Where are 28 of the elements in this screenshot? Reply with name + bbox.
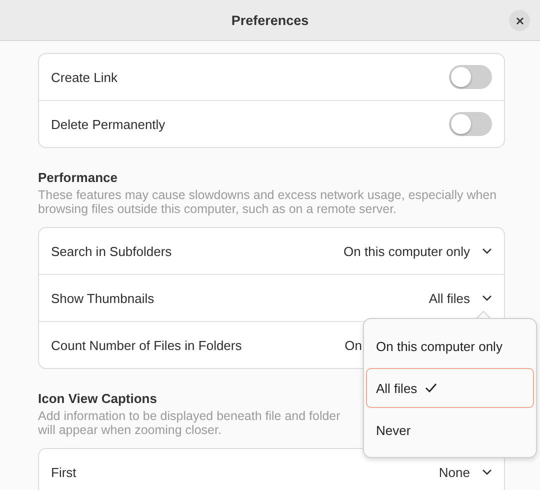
setting-label: Delete Permanently [51,116,166,132]
menu-item[interactable]: All files [366,368,534,408]
toggle-switch[interactable] [449,112,492,136]
close-icon [516,16,524,24]
section-description: will appear when zooming closer. [38,423,222,437]
chevron-down-icon [482,469,492,475]
dropdown[interactable]: On this computer only [340,244,492,258]
section-description: browsing files outside this computer, such as on a remote server. [38,202,397,216]
section-heading: Icon View Captions [38,391,158,406]
section-description: These features may cause slowdowns and excess network usage, especially when [38,188,497,202]
setting-label: First [51,464,76,480]
toggle-switch[interactable] [449,65,492,89]
setting-label: Create Link [51,70,118,84]
checkmark-icon [425,383,438,393]
setting-label: Count Number of Files in Folders [51,338,242,352]
section-description: Add information to be displayed beneath file and folder [38,409,340,423]
setting-label: Show Thumbnails [51,290,154,306]
dropdown[interactable]: All files [424,290,492,306]
chevron-down-icon [482,295,492,301]
chevron-down-icon [482,248,492,254]
section-heading: Performance [38,170,118,185]
window-title: Preferences [231,12,309,28]
close-button[interactable] [509,10,530,31]
dropdown-value: On [344,338,362,352]
menu-item[interactable]: Never [366,410,534,450]
dropdown[interactable]: None [434,464,492,480]
setting-label: Search in Subfolders [51,244,172,258]
menu-item[interactable]: On this computer only [366,326,534,366]
